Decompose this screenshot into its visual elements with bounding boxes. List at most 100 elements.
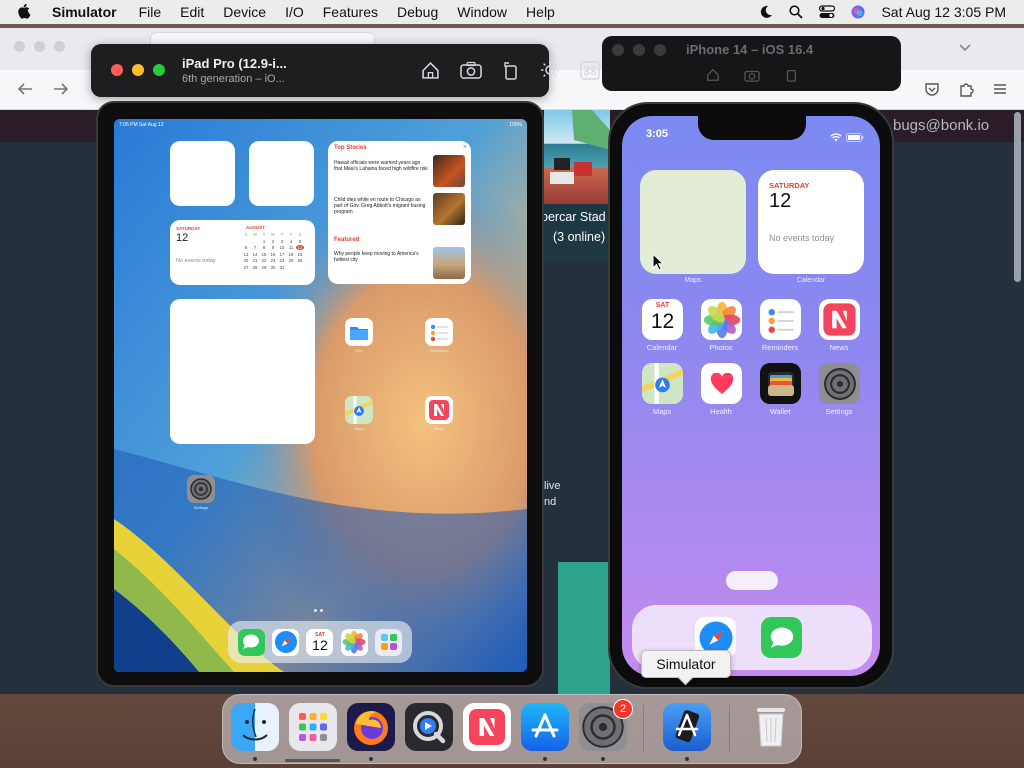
menu-edit[interactable]: Edit — [180, 4, 204, 20]
ipad-calendar-widget[interactable]: SATURDAY 12 No events today AUGUST SMTWT… — [170, 220, 315, 285]
calendar-icon[interactable]: SAT 12 — [642, 299, 683, 340]
iphone-home-screen[interactable]: 3:05 Maps SATURDAY 12 No events today Ca… — [622, 116, 880, 676]
screenshot-camera-icon[interactable] — [744, 68, 760, 82]
ipad-window-controls[interactable] — [111, 64, 165, 76]
news-icon[interactable] — [463, 703, 511, 751]
home-search-pill[interactable] — [726, 571, 778, 590]
spotlight-search-icon[interactable] — [789, 5, 804, 19]
menu-app-simulator[interactable]: Simulator — [52, 4, 117, 20]
menu-help[interactable]: Help — [526, 4, 555, 20]
simulator-icon[interactable] — [663, 703, 711, 751]
calendar-icon[interactable]: SAT 12 — [306, 628, 334, 656]
files-app-icon[interactable] — [345, 318, 373, 346]
apple-menu-icon[interactable] — [18, 4, 38, 20]
menu-io[interactable]: I/O — [285, 4, 304, 20]
news-story[interactable]: Hawaii officials were warned years ago t… — [334, 160, 429, 172]
home-icon[interactable] — [706, 68, 720, 82]
ipad-page-indicator[interactable] — [314, 609, 323, 612]
minimize-window-button[interactable] — [132, 64, 144, 76]
menu-features[interactable]: Features — [323, 4, 378, 20]
app-label: Calendar — [646, 343, 678, 352]
calendar-weekday-header: F — [289, 232, 293, 237]
news-story[interactable]: Why people keep moving to America's hott… — [334, 251, 429, 263]
chevron-down-icon[interactable] — [958, 40, 972, 58]
calendar-day-cell: 27 — [243, 264, 249, 270]
calendar-day-cell: 15 — [261, 251, 267, 257]
trash-icon[interactable] — [747, 703, 795, 751]
ipad-status-time: 7:05 PM Sat Aug 12 — [119, 122, 164, 128]
pocket-icon[interactable] — [924, 81, 940, 102]
launchpad-icon[interactable] — [289, 703, 337, 751]
photos-icon[interactable] — [340, 628, 368, 656]
menu-window[interactable]: Window — [457, 4, 507, 20]
game-room-title[interactable]: percar Stad — [541, 210, 606, 224]
screenshot-camera-icon[interactable] — [460, 61, 482, 79]
close-window-button[interactable] — [111, 64, 123, 76]
menu-device[interactable]: Device — [223, 4, 266, 20]
back-arrow-icon[interactable] — [16, 81, 34, 102]
settings-icon[interactable] — [819, 363, 860, 404]
rotate-icon[interactable] — [784, 68, 798, 82]
forward-arrow-icon[interactable] — [52, 81, 70, 102]
rotate-icon[interactable] — [502, 61, 520, 80]
browser-scrollbar[interactable] — [1014, 112, 1021, 282]
firefox-icon[interactable] — [347, 703, 395, 751]
zoom-window-button[interactable] — [153, 64, 165, 76]
app-store-icon[interactable] — [521, 703, 569, 751]
calendar-widget-month-grid: S M T W T F S 1 2 3 4 5 6 7 8 9 10 11 12 13 14 15 16 17 18 19 20 21… — [242, 232, 304, 270]
maps-icon[interactable] — [642, 363, 683, 404]
appearance-brightness-icon[interactable] — [540, 60, 560, 80]
app-label: Maps — [652, 407, 672, 416]
ipad-news-widget[interactable]: Top Stories × Hawaii officials were warn… — [328, 141, 471, 284]
health-icon[interactable] — [701, 363, 742, 404]
finder-icon[interactable] — [231, 703, 279, 751]
page-text-fragment: live — [544, 480, 561, 492]
iphone-simulator-device: 3:05 Maps SATURDAY 12 No events today Ca… — [608, 102, 894, 689]
hamburger-menu-icon[interactable] — [992, 81, 1008, 102]
dark-mode-moon-icon[interactable] — [759, 5, 773, 19]
app-label: Settings — [193, 505, 209, 510]
news-app-icon[interactable] — [425, 396, 453, 424]
iphone-notch — [698, 116, 806, 140]
control-center-icon[interactable] — [819, 5, 836, 19]
calendar-widget[interactable]: SATURDAY 12 No events today — [758, 170, 864, 274]
wallet-icon[interactable] — [760, 363, 801, 404]
ipad-home-screen[interactable]: 7:05 PM Sat Aug 12 100% SATURDAY 12 No e… — [114, 119, 527, 672]
messages-icon[interactable] — [761, 617, 802, 658]
contact-email-link[interactable]: bugs@bonk.io — [893, 117, 989, 134]
game-room-thumbnail[interactable] — [544, 110, 610, 205]
iphone-window-controls[interactable] — [612, 44, 666, 56]
photos-icon[interactable] — [701, 299, 742, 340]
ipad-blank-widget[interactable] — [170, 141, 235, 206]
ipad-device-title: iPad Pro (12.9-i... — [182, 56, 287, 71]
ipad-blank-widget[interactable] — [249, 141, 314, 206]
calendar-widget-date: 12 — [769, 190, 792, 212]
menu-debug[interactable]: Debug — [397, 4, 438, 20]
reminders-app-icon[interactable] — [425, 318, 453, 346]
calendar-day-cell: 14 — [252, 251, 258, 257]
quicktime-icon[interactable] — [405, 703, 453, 751]
reminders-icon[interactable] — [760, 299, 801, 340]
siri-icon[interactable] — [851, 5, 865, 19]
news-story[interactable]: Child dies while en route to Chicago as … — [334, 197, 429, 215]
command-icon[interactable] — [580, 60, 600, 80]
running-indicator — [369, 757, 373, 761]
ipad-blank-large-widget[interactable] — [170, 299, 315, 444]
news-story-thumbnail — [433, 155, 465, 187]
wifi-icon — [830, 129, 842, 147]
news-featured-heading: Featured — [334, 237, 360, 243]
extensions-icon[interactable] — [958, 81, 974, 102]
browser-window-controls[interactable] — [14, 41, 65, 52]
app-library-icon[interactable] — [375, 628, 403, 656]
safari-icon[interactable] — [272, 628, 300, 656]
messages-icon[interactable] — [237, 628, 265, 656]
home-icon[interactable] — [421, 61, 440, 80]
menu-file[interactable]: File — [139, 4, 162, 20]
close-icon[interactable]: × — [463, 144, 467, 151]
menu-bar-clock[interactable]: Sat Aug 12 3:05 PM — [881, 4, 1006, 20]
maps-app-icon[interactable] — [345, 396, 373, 424]
news-icon[interactable] — [819, 299, 860, 340]
calendar-day-cell — [296, 265, 304, 270]
settings-app-icon[interactable] — [187, 475, 215, 503]
running-indicator — [601, 757, 605, 761]
